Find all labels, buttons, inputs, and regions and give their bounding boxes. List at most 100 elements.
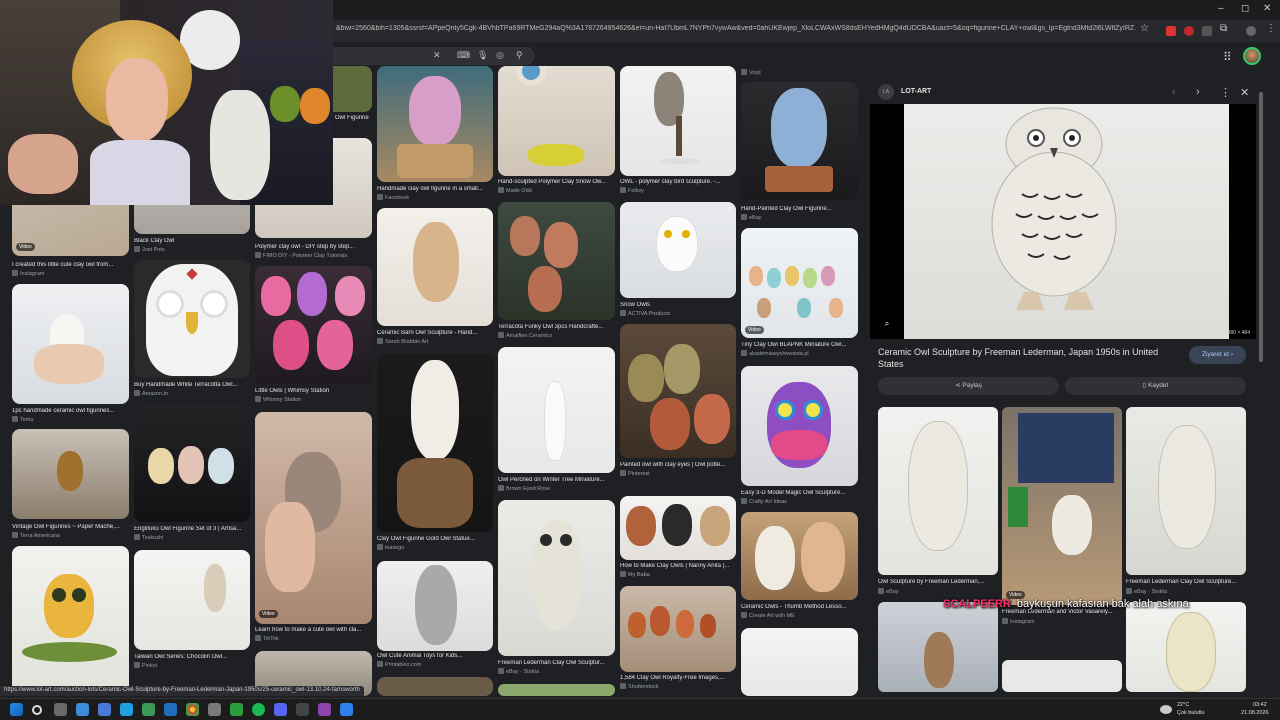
share-button[interactable]: ⋖ Paylaş: [878, 377, 1059, 395]
result-caption[interactable]: Hand-sculpted Polymer Clay Snow Ow...: [498, 179, 615, 185]
xbox-icon[interactable]: [230, 703, 243, 716]
result-caption[interactable]: I created this little cute clay owl from…: [12, 262, 129, 268]
minimize-icon[interactable]: –: [1218, 3, 1224, 14]
result-caption[interactable]: Owl Figurine: [335, 115, 372, 121]
next-icon[interactable]: ›: [1196, 86, 1200, 98]
result-caption[interactable]: Black Clay Owl: [134, 238, 250, 244]
result-caption[interactable]: Clay Owl Figurine Gold Owl Statue...: [377, 536, 493, 542]
profile-icon[interactable]: [1246, 26, 1256, 36]
result-caption[interactable]: Owl Cute Animal Toys for Kids...: [377, 653, 493, 659]
widgets-icon[interactable]: [76, 703, 89, 716]
lens-search-icon[interactable]: ◎: [496, 50, 504, 61]
result-source: Shutterstock: [620, 683, 659, 690]
chat-text: baykuşun kafasıan bak alah askına: [1016, 598, 1189, 610]
result-source: My Baba: [620, 571, 650, 578]
result-caption[interactable]: Learn how to make a cute owl with cla...: [255, 627, 372, 633]
panel-scrollbar[interactable]: [1259, 92, 1263, 362]
lens-icon[interactable]: ⌕: [880, 317, 894, 331]
source-name[interactable]: LOT-ART: [901, 88, 931, 95]
clear-search-icon[interactable]: ✕: [433, 50, 441, 61]
result-caption[interactable]: Snow Owls: [620, 302, 736, 308]
discord-icon[interactable]: [274, 703, 287, 716]
app-icon[interactable]: [318, 703, 331, 716]
extension-icon[interactable]: [1166, 26, 1176, 36]
apps-grid-icon[interactable]: ⠿: [1223, 50, 1232, 64]
close-window-icon[interactable]: ✕: [1263, 3, 1271, 14]
result-source: Folksy: [620, 187, 644, 194]
result-caption[interactable]: Buy Handmade White Terracotta Owl...: [134, 382, 250, 388]
result-source: eBay: [741, 214, 762, 221]
spotify-icon[interactable]: [252, 703, 265, 716]
result-caption[interactable]: Englifuku Owl Figurine Set of 3 | Artisa…: [134, 526, 250, 532]
voice-search-icon[interactable]: 🎙: [477, 50, 488, 61]
result-caption[interactable]: Polymer clay owl - DIY step by step...: [255, 244, 372, 250]
more-options-icon[interactable]: ⋮: [1220, 86, 1231, 99]
taskbar: 22°C Çok bulutlu 03:42 21.08.2026: [0, 698, 1280, 720]
app-icon[interactable]: [296, 703, 309, 716]
result-caption[interactable]: Vintage Owl Figurines ~ Paper Mache,...: [12, 524, 129, 530]
store-icon[interactable]: [142, 703, 155, 716]
extension-icon[interactable]: [1202, 26, 1212, 36]
weather-icon[interactable]: [1160, 705, 1172, 714]
search-icon[interactable]: ⚲: [516, 50, 523, 61]
maximize-icon[interactable]: ◻: [1241, 3, 1249, 14]
result-caption[interactable]: 1pc handmade ceramic owl figurines...: [12, 408, 129, 414]
result-caption[interactable]: How to Make Clay Owls | Nanny Anita |...: [620, 563, 736, 569]
result-source: ACTIVA Products: [620, 310, 670, 317]
task-view-icon[interactable]: [54, 703, 67, 716]
result-caption[interactable]: Owl Perched on Winter Tree Miniature...: [498, 477, 615, 483]
menu-icon[interactable]: ⋮: [1266, 23, 1276, 34]
windows-start-icon[interactable]: [10, 703, 23, 716]
result-source: Instagram: [12, 270, 44, 277]
teams-icon[interactable]: [98, 703, 111, 716]
result-source: Just Pots: [134, 246, 165, 253]
related-caption[interactable]: Owl Sculpture by Freeman Lederman,...: [878, 579, 998, 585]
result-source: Create Art with ME: [741, 612, 795, 619]
result-caption[interactable]: Easy 3-D Model Magic Owl Sculpture...: [741, 490, 858, 496]
preview-image[interactable]: ⌕ 880 × 484: [870, 104, 1256, 339]
owl-illustration: [991, 107, 1117, 310]
previous-icon[interactable]: ‹: [1172, 86, 1176, 98]
search-icon[interactable]: [32, 705, 42, 715]
steam-icon[interactable]: [164, 703, 177, 716]
result-source: eBay · Stokta: [498, 668, 539, 675]
chrome-icon[interactable]: [186, 703, 199, 716]
clock-time[interactable]: 03:42: [1253, 702, 1267, 708]
bookmark-star-icon[interactable]: ☆: [1140, 23, 1149, 34]
result-caption[interactable]: Little Owls | Whimsy Station: [255, 388, 372, 394]
visit-button[interactable]: Ziyaret et ›: [1189, 346, 1246, 364]
result-caption[interactable]: Ceramic Owls - Thumb Method Lesso...: [741, 604, 858, 610]
edge-icon[interactable]: [120, 703, 133, 716]
close-icon[interactable]: ✕: [1240, 86, 1249, 99]
result-caption[interactable]: Hand-Painted Clay Owl Figurine...: [741, 206, 858, 212]
result-caption[interactable]: Terracota Funky Owl 3pcs Handcrafte...: [498, 324, 615, 330]
preview-header: LA LOT-ART ‹ › ⋮ ✕: [878, 84, 1249, 102]
extension-icon[interactable]: [1184, 26, 1194, 36]
result-caption[interactable]: Painted owl with clay eyes | Owl potte..…: [620, 462, 736, 468]
app-icon[interactable]: [340, 703, 353, 716]
result-source: Brown Eyed Rose: [498, 485, 550, 492]
extensions-puzzle-icon[interactable]: ⧉: [1220, 23, 1227, 34]
result-source: Pinterest: [620, 470, 650, 477]
clock-date[interactable]: 21.08.2026: [1241, 710, 1269, 716]
save-button[interactable]: ▯ Kaydet: [1065, 377, 1246, 395]
result-caption[interactable]: Taiwan Owl Series: Chocolin Owl...: [134, 654, 250, 660]
related-source: eBay: [878, 588, 899, 595]
result-caption[interactable]: Freeman Lederman Clay Owl Sculptur...: [498, 660, 615, 666]
url-text[interactable]: &biw=2560&bih=1305&ssrsf=APpeQnty5Cgk-4B…: [336, 25, 1136, 32]
result-caption[interactable]: OWL - polymer clay bird sculpture. -...: [620, 179, 736, 185]
related-caption[interactable]: Freeman Lederman Clay Owl Sculpture...: [1126, 579, 1246, 585]
result-source: leasego: [377, 544, 404, 551]
camera-icon[interactable]: [208, 703, 221, 716]
result-source: Amalfiee Ceramics: [498, 332, 552, 339]
account-avatar[interactable]: [1243, 47, 1261, 65]
keyboard-icon[interactable]: ⌨: [457, 50, 470, 61]
preview-title[interactable]: Ceramic Owl Sculpture by Freeman Lederma…: [878, 346, 1178, 370]
result-caption[interactable]: Ceramic Barn Owl Sculpture - Hand...: [377, 330, 493, 336]
chat-nick: SCALPEERR: [943, 598, 1011, 610]
result-caption[interactable]: 1,584 Clay Owl Royalty-Free Images,...: [620, 675, 736, 681]
status-url: https://www.lot-art.com/auction-lots/Cer…: [0, 686, 364, 696]
result-caption[interactable]: Tiny Clay Owl BLAPNK Miniature Owl...: [741, 342, 858, 348]
result-source: Temu: [12, 416, 33, 423]
result-caption[interactable]: Handmade clay owl figurine in a small...: [377, 186, 493, 192]
